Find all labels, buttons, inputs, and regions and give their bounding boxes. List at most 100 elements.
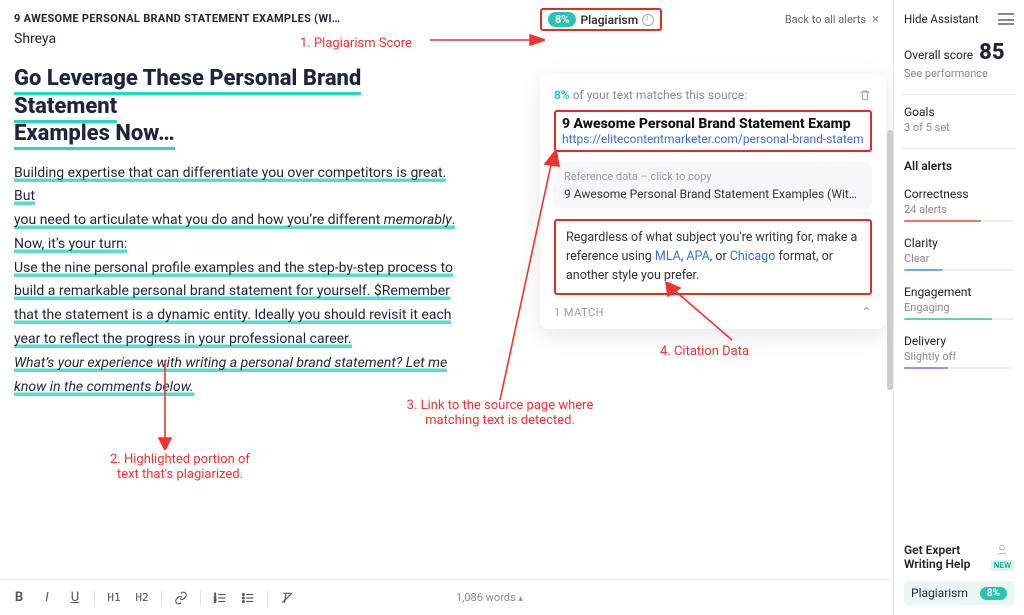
back-to-alerts-link[interactable]: Back to all alerts × — [785, 12, 879, 27]
expert-line2: Writing Help — [904, 557, 970, 571]
toolbar-separator — [94, 590, 95, 606]
info-icon[interactable] — [642, 14, 654, 26]
all-alerts-label: All alerts — [904, 159, 1014, 173]
body-s1: Building expertise that can differentiat… — [14, 165, 446, 206]
clarity-sub: Clear — [904, 252, 1014, 265]
arrow-icon — [490, 150, 570, 400]
delivery-bar — [904, 367, 1014, 369]
overall-score-value: 85 — [979, 40, 1004, 65]
delivery-row[interactable]: Delivery Slightly off — [904, 334, 1014, 369]
goals-sub: 3 of 5 set — [904, 121, 1014, 134]
cite-sep2: , or — [710, 249, 730, 264]
format-toolbar: B I U H1 H2 123 1,086 words — [0, 579, 893, 615]
close-icon[interactable]: × — [872, 12, 879, 27]
editor-area[interactable]: Shreya Go Leverage These Personal Brand … — [0, 25, 480, 399]
overall-score-row[interactable]: Overall score 85 See performance — [904, 40, 1014, 80]
clarity-row[interactable]: Clarity Clear — [904, 236, 1014, 271]
annotation-1: 1. Plagiarism Score — [300, 36, 412, 51]
engagement-row[interactable]: Engagement Engaging — [904, 285, 1014, 320]
see-performance-link[interactable]: See performance — [904, 67, 1014, 80]
ordered-list-button[interactable]: 123 — [211, 588, 229, 608]
word-count[interactable]: 1,086 words ▴ — [456, 591, 523, 604]
hide-assistant-button[interactable]: Hide Assistant — [904, 12, 979, 26]
arrow-icon — [660, 282, 746, 344]
clarity-label: Clarity — [904, 236, 1014, 250]
body-s4: Use the nine personal profile examples a… — [14, 260, 453, 277]
person-icon — [995, 543, 1009, 557]
goals-row[interactable]: Goals 3 of 5 set — [904, 105, 1014, 134]
reference-hint: Reference data – click to copy — [564, 170, 862, 183]
assistant-sidebar: Hide Assistant Overall score 85 See perf… — [894, 0, 1024, 615]
clear-format-icon — [280, 591, 294, 605]
body-q1: What’s your experience with writing a pe… — [14, 355, 447, 372]
chevron-up-icon[interactable]: ⌃ — [861, 305, 872, 319]
body-s7: year to reflect the progress in your pro… — [14, 331, 352, 348]
annotation-2a: 2. Highlighted portion of — [80, 452, 280, 467]
body-s6: that the statement is a dynamic entity. … — [14, 307, 451, 324]
all-alerts-row[interactable]: All alerts — [904, 159, 1014, 173]
back-to-alerts-label: Back to all alerts — [785, 13, 866, 26]
body-s2: you need to articulate what you do and h… — [14, 212, 384, 229]
vertical-scrollbar[interactable] — [887, 0, 893, 615]
source-url[interactable]: https://elitecontentmarketer.com/persona… — [562, 132, 864, 146]
annotation-4: 4. Citation Data — [660, 344, 749, 359]
scrollbar-thumb[interactable] — [887, 130, 893, 390]
source-title: 9 Awesome Personal Brand Statement Examp — [562, 116, 864, 132]
sidebar-plagiarism-row[interactable]: Plagiarism 8% — [904, 581, 1014, 605]
engagement-label: Engagement — [904, 285, 1014, 299]
body-paragraph: Building expertise that can differentiat… — [14, 162, 466, 400]
sidebar-plagiarism-label: Plagiarism — [911, 586, 968, 600]
divider — [902, 148, 1016, 149]
unordered-list-icon — [241, 591, 255, 605]
correctness-row[interactable]: Correctness 24 alerts — [904, 187, 1014, 222]
toolbar-separator — [267, 590, 268, 606]
link-button[interactable] — [172, 588, 190, 608]
delivery-label: Delivery — [904, 334, 1014, 348]
menu-icon[interactable] — [998, 13, 1014, 25]
correctness-bar — [904, 220, 1014, 222]
link-icon — [174, 591, 188, 605]
match-line: 8% of your text matches this source: — [554, 88, 747, 102]
unordered-list-button[interactable] — [239, 588, 257, 608]
heading-h2: Go Leverage These Personal Brand Stateme… — [14, 65, 466, 148]
sidebar-plagiarism-pct: 8% — [980, 587, 1007, 600]
reference-box[interactable]: Reference data – click to copy 9 Awesome… — [554, 162, 872, 209]
cite-link-apa[interactable]: APA — [686, 249, 709, 264]
annotation-2b: text that's plagiarized. — [80, 467, 280, 482]
delivery-sub: Slightly off — [904, 350, 1014, 363]
arrow-icon — [155, 360, 175, 450]
cite-link-mla[interactable]: MLA — [655, 249, 681, 264]
svg-text:3: 3 — [214, 599, 216, 603]
annotation-3b: matching text is detected. — [370, 413, 630, 428]
word-count-label: 1,086 words — [456, 591, 516, 604]
plagiarism-score-pill[interactable]: 8% Plagiarism — [540, 8, 662, 31]
body-s2i: memorably — [384, 212, 452, 229]
clarity-bar — [904, 269, 1014, 271]
toolbar-separator — [200, 590, 201, 606]
clear-format-button[interactable] — [278, 588, 296, 608]
ordered-list-icon: 123 — [213, 591, 227, 605]
toolbar-separator — [161, 590, 162, 606]
expert-help-row[interactable]: Get Expert Writing Help NEW — [904, 543, 1014, 571]
match-pct: 8% — [554, 88, 570, 102]
goals-label: Goals — [904, 105, 1014, 119]
new-badge: NEW — [991, 560, 1014, 571]
h1-button[interactable]: H1 — [105, 588, 123, 608]
h2-button[interactable]: H2 — [133, 588, 151, 608]
italic-button[interactable]: I — [38, 588, 56, 608]
cite-link-chicago[interactable]: Chicago — [730, 249, 776, 264]
divider — [902, 94, 1016, 95]
body-s5: build a remarkable personal brand statem… — [14, 283, 450, 300]
engagement-sub: Engaging — [904, 301, 1014, 314]
reference-text: 9 Awesome Personal Brand Statement Examp… — [564, 187, 862, 201]
correctness-sub: 24 alerts — [904, 203, 1014, 216]
bold-button[interactable]: B — [10, 588, 28, 608]
source-box[interactable]: 9 Awesome Personal Brand Statement Examp… — [554, 110, 872, 152]
body-s3: Now, it’s your turn: — [14, 236, 127, 253]
correctness-label: Correctness — [904, 187, 1014, 201]
heading-line1: Go Leverage These Personal Brand Stateme… — [14, 66, 361, 123]
underline-button[interactable]: U — [66, 588, 84, 608]
arrow-icon — [430, 28, 545, 50]
trash-icon[interactable] — [858, 88, 872, 102]
chevron-up-icon: ▴ — [518, 594, 523, 604]
